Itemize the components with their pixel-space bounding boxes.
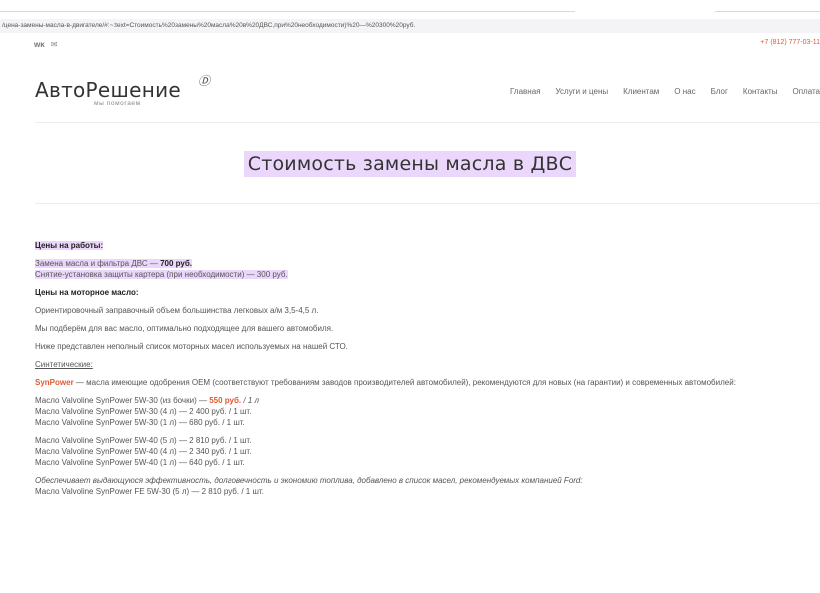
mail-icon[interactable]: ✉: [51, 40, 58, 49]
title-divider: [35, 203, 820, 204]
works-heading: Цены на работы:: [35, 240, 820, 251]
price-line: Масло Valvoline SynPower FE 5W-30 (5 л) …: [35, 487, 264, 496]
price-line: Масло Valvoline SynPower 5W-30 (4 л) — 2…: [35, 407, 252, 416]
phone-link[interactable]: +7 (812) 777-03-11: [760, 39, 820, 46]
work-oil-change-text: Замена масла и фильтра ДВС —: [35, 259, 161, 268]
oil-heading-text: Цены на моторное масло:: [35, 288, 139, 297]
nav-item-blog[interactable]: Блог: [711, 87, 728, 96]
oil-selection-note: Мы подберём для вас масло, оптимально по…: [35, 324, 334, 333]
nav-item-home[interactable]: Главная: [510, 87, 540, 96]
synthetic-heading: Синтетические:: [35, 359, 820, 370]
nav-item-about[interactable]: О нас: [674, 87, 695, 96]
price-line: Масло Valvoline SynPower 5W-40 (1 л) — 6…: [35, 458, 245, 467]
price-line-text: Масло Valvoline SynPower 5W-30 (из бочки…: [35, 396, 210, 405]
synpower-desc-text: — масла имеющие одобрения OEM (соответст…: [73, 378, 736, 387]
social-links: ᴡᴋ ✉: [34, 37, 57, 51]
vk-icon[interactable]: ᴡᴋ: [34, 40, 45, 49]
price-unit: / 1 л: [241, 396, 260, 405]
oil-heading: Цены на моторное масло:: [35, 287, 820, 298]
synpower-description: SynPower — масла имеющие одобрения OEM (…: [35, 377, 820, 388]
oil-list-note: Ниже представлен неполный список моторны…: [35, 342, 348, 351]
logo-name: АвтоРешение: [35, 78, 182, 102]
price-line: Масло Valvoline SynPower 5W-30 (из бочки…: [35, 396, 259, 405]
work-oil-change: Замена масла и фильтра ДВС — 700 руб.: [35, 259, 193, 268]
main-nav: Главная Услуги и цены Клиентам О нас Бло…: [510, 87, 820, 96]
price-line: Масло Valvoline SynPower 5W-40 (4 л) — 2…: [35, 447, 252, 456]
url-fragment-bar[interactable]: /цена-замены-масла-в-двигателе/#:~:text=…: [0, 19, 820, 33]
work-guard-removal: Снятие-установка защиты картера (при нео…: [35, 270, 288, 279]
page-title-wrap: Стоимость замены масла в ДВС: [0, 151, 820, 177]
top-border-right: [715, 11, 820, 12]
price-group-fe: Обеспечивает выдающуюся эффективность, д…: [35, 475, 820, 497]
works-list: Замена масла и фильтра ДВС — 700 руб. Сн…: [35, 258, 820, 280]
synthetic-heading-text: Синтетические:: [35, 360, 93, 369]
nav-item-clients[interactable]: Клиентам: [623, 87, 659, 96]
synpower-brand: SynPower: [35, 378, 74, 387]
price-highlight: 550 руб.: [209, 396, 242, 405]
nav-item-services[interactable]: Услуги и цены: [555, 87, 608, 96]
header-divider: [35, 122, 820, 123]
nav-item-payment[interactable]: Оплата: [792, 87, 820, 96]
price-group-5w40: Масло Valvoline SynPower 5W-40 (5 л) — 2…: [35, 435, 820, 468]
logo-mark-icon: Ⓓ: [198, 74, 211, 88]
price-group-5w30: Масло Valvoline SynPower 5W-30 (из бочки…: [35, 395, 820, 428]
price-line: Масло Valvoline SynPower 5W-30 (1 л) — 6…: [35, 418, 245, 427]
page-title: Стоимость замены масла в ДВС: [243, 151, 577, 177]
top-border-left: [0, 11, 575, 12]
top-border: [0, 0, 820, 12]
oil-volume-note: Ориентировочный заправочный объем больши…: [35, 306, 319, 315]
site-logo[interactable]: АвтоРешение Ⓓ мы помогаем: [35, 74, 210, 107]
nav-item-contacts[interactable]: Контакты: [743, 87, 778, 96]
ford-note: Обеспечивает выдающуюся эффективность, д…: [35, 476, 583, 485]
article-content: Цены на работы: Замена масла и фильтра Д…: [35, 240, 820, 504]
price-line: Масло Valvoline SynPower 5W-40 (5 л) — 2…: [35, 436, 252, 445]
logo-tagline: мы помогаем: [94, 100, 141, 107]
works-heading-text: Цены на работы:: [35, 241, 104, 250]
work-oil-change-price: 700 руб.: [160, 259, 193, 268]
